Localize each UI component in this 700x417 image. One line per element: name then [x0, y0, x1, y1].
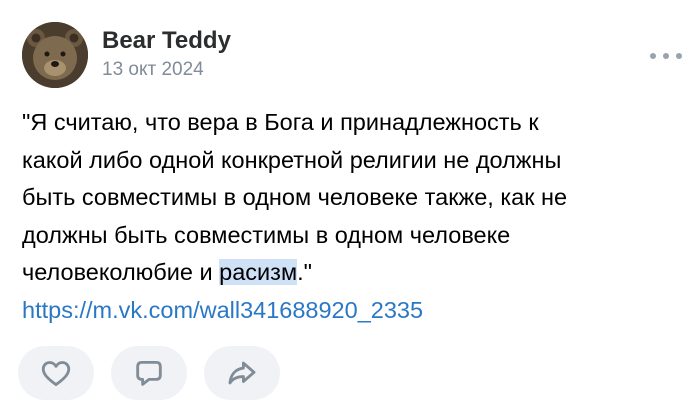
post-text-end: ."	[297, 259, 312, 285]
author-name[interactable]: Bear Teddy	[102, 27, 231, 55]
dot-icon	[663, 53, 669, 59]
dot-icon	[650, 53, 656, 59]
avatar[interactable]	[22, 22, 88, 88]
more-options-button[interactable]	[650, 48, 682, 64]
wall-post: Bear Teddy 13 окт 2024 "Я считаю, что ве…	[0, 0, 700, 417]
share-button[interactable]	[204, 346, 280, 400]
post-text: "Я считаю, что вера в Бога и принадлежно…	[22, 104, 682, 292]
dot-icon	[676, 53, 682, 59]
post-body: "Я считаю, что вера в Бога и принадлежно…	[22, 104, 682, 329]
share-icon	[228, 361, 256, 385]
author-block: Bear Teddy 13 окт 2024	[102, 27, 231, 83]
comment-button[interactable]	[111, 346, 187, 400]
like-button[interactable]	[18, 346, 94, 400]
post-date[interactable]: 13 окт 2024	[102, 57, 231, 83]
post-actions	[18, 346, 280, 400]
comment-icon	[136, 360, 162, 386]
selected-text: расизм	[219, 259, 298, 285]
post-link[interactable]: https://m.vk.com/wall341688920_2335	[22, 292, 682, 330]
post-header: Bear Teddy 13 окт 2024	[22, 22, 231, 88]
heart-icon	[41, 361, 71, 387]
bear-avatar-image	[22, 22, 88, 88]
